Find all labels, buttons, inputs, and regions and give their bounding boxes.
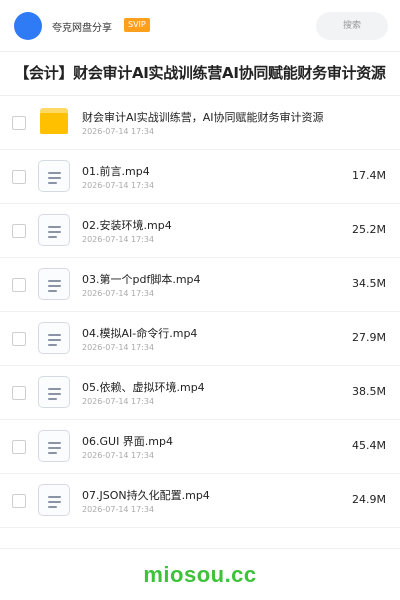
file-size: 25.2M — [352, 223, 386, 236]
header-bar: 夸克网盘分享 SVIP 搜索 — [0, 0, 400, 52]
file-size: 38.5M — [352, 385, 386, 398]
file-document-icon — [38, 268, 70, 300]
file-document-icon — [38, 322, 70, 354]
file-size: 27.9M — [352, 331, 386, 344]
file-size: 34.5M — [352, 277, 386, 290]
list-item[interactable]: 02.安装环境.mp4 2026-07-14 17:34 25.2M — [0, 204, 400, 258]
site-watermark: miosou.cc — [143, 562, 257, 587]
row-checkbox[interactable] — [12, 440, 26, 454]
file-name: 05.依赖、虚拟环境.mp4 — [82, 381, 205, 394]
list-item[interactable]: 07.JSON持久化配置.mp4 2026-07-14 17:34 24.9M — [0, 474, 400, 528]
svip-badge: SVIP — [124, 18, 150, 32]
page-title: 【会计】财会审计AI实战训练营AI协同赋能财务审计资源 — [14, 64, 386, 82]
file-date: 2026-07-14 17:34 — [82, 505, 155, 514]
file-name: 06.GUI 界面.mp4 — [82, 435, 174, 448]
file-date: 2026-07-14 17:34 — [82, 289, 155, 298]
file-document-icon — [38, 160, 70, 192]
file-date: 2026-07-14 17:34 — [82, 343, 155, 352]
file-name: 02.安装环境.mp4 — [82, 219, 172, 232]
file-size: 45.4M — [352, 439, 386, 452]
sharer-name: 夸克网盘分享 — [52, 23, 112, 34]
file-date: 2026-07-14 17:34 — [82, 181, 155, 190]
row-checkbox[interactable] — [12, 386, 26, 400]
list-item[interactable]: 05.依赖、虚拟环境.mp4 2026-07-14 17:34 38.5M — [0, 366, 400, 420]
file-date: 2026-07-14 17:34 — [82, 397, 155, 406]
file-name: 07.JSON持久化配置.mp4 — [82, 489, 210, 502]
row-checkbox[interactable] — [12, 332, 26, 346]
list-item[interactable]: 03.第一个pdf脚本.mp4 2026-07-14 17:34 34.5M — [0, 258, 400, 312]
row-checkbox[interactable] — [12, 116, 26, 130]
file-date: 2026-07-14 17:34 — [82, 451, 155, 460]
file-size: 17.4M — [352, 169, 386, 182]
divider — [0, 548, 400, 549]
search-input[interactable]: 搜索 — [316, 12, 388, 40]
folder-icon — [40, 108, 68, 134]
row-checkbox[interactable] — [12, 278, 26, 292]
file-document-icon — [38, 214, 70, 246]
file-size: 24.9M — [352, 493, 386, 506]
file-document-icon — [38, 430, 70, 462]
file-date: 2026-07-14 17:34 — [82, 235, 155, 244]
row-checkbox[interactable] — [12, 494, 26, 508]
avatar[interactable] — [14, 12, 42, 40]
list-item[interactable]: 01.前言.mp4 2026-07-14 17:34 17.4M — [0, 150, 400, 204]
list-item-folder[interactable]: 财会审计AI实战训练营，AI协同赋能财务审计资源 2026-07-14 17:3… — [0, 96, 400, 150]
list-item[interactable]: 06.GUI 界面.mp4 2026-07-14 17:34 45.4M — [0, 420, 400, 474]
file-name: 04.模拟AI-命令行.mp4 — [82, 327, 198, 340]
file-document-icon — [38, 376, 70, 408]
file-name: 财会审计AI实战训练营，AI协同赋能财务审计资源 — [82, 111, 324, 124]
file-name: 03.第一个pdf脚本.mp4 — [82, 273, 201, 286]
file-document-icon — [38, 484, 70, 516]
file-date: 2026-07-14 17:34 — [82, 127, 155, 136]
row-checkbox[interactable] — [12, 170, 26, 184]
file-name: 01.前言.mp4 — [82, 165, 150, 178]
list-item[interactable]: 04.模拟AI-命令行.mp4 2026-07-14 17:34 27.9M — [0, 312, 400, 366]
row-checkbox[interactable] — [12, 224, 26, 238]
